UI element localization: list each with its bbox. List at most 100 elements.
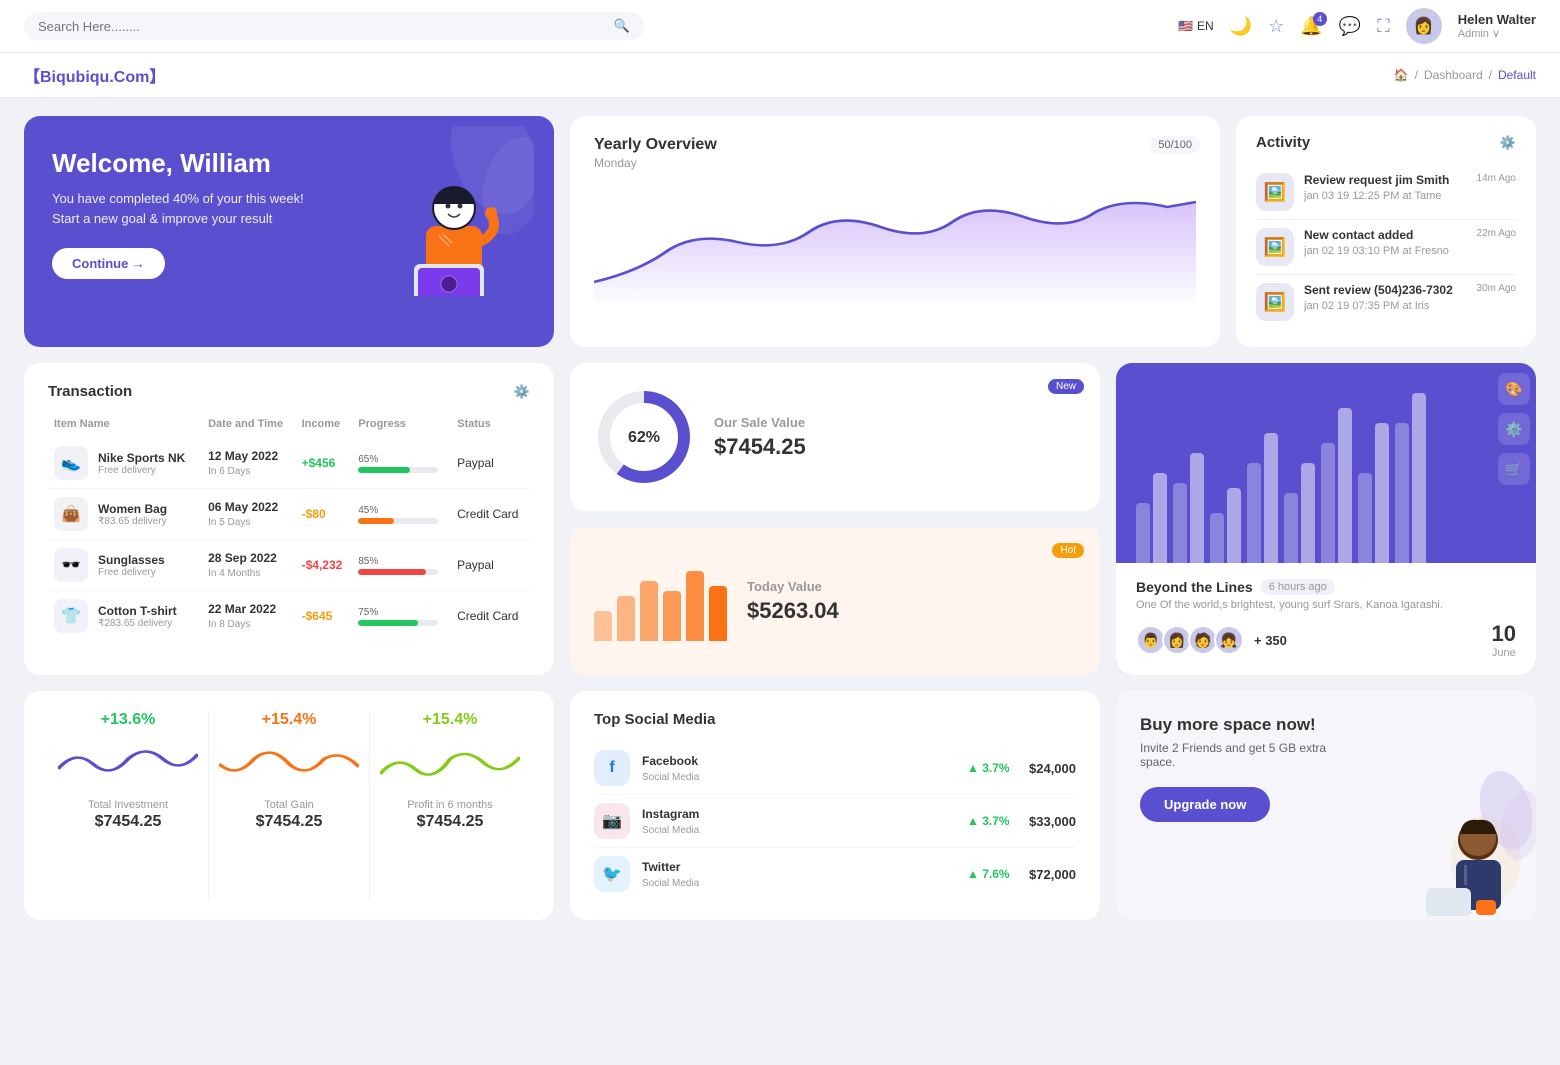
- welcome-illustration: [374, 126, 534, 296]
- sale-donut-chart: 62%: [594, 387, 694, 487]
- social-amount: $33,000: [1029, 814, 1076, 829]
- social-platform-name: Instagram: [642, 807, 955, 821]
- transaction-title: Transaction: [48, 383, 132, 400]
- today-info: Today Value $5263.04: [747, 579, 839, 624]
- progress-fill: [358, 620, 418, 626]
- top-navigation: 🔍 🇺🇸 EN 🌙 ☆ 🔔 4 💬 ⛶ 👩 Helen Walter Admin…: [0, 0, 1560, 53]
- col-status: Status: [451, 414, 530, 438]
- date-cell: 22 Mar 2022 In 8 Days: [202, 591, 296, 642]
- breadcrumb-dashboard[interactable]: Dashboard: [1424, 68, 1483, 82]
- item-cell: 🕶️ Sunglasses Free delivery: [48, 540, 202, 591]
- activity-item-detail: jan 03 19 12:25 PM at Tame: [1304, 190, 1441, 202]
- mini-stat-item: +13.6% Total Investment $7454.25: [48, 711, 209, 900]
- mini-stat-label: Total Investment: [58, 799, 198, 811]
- activity-item-detail: jan 02 19 07:35 PM at Iris: [1304, 300, 1429, 312]
- item-cell: 👟 Nike Sports NK Free delivery: [48, 438, 202, 489]
- item-sub: ₹83.65 delivery: [98, 516, 167, 527]
- search-icon: 🔍: [614, 18, 630, 34]
- item-icon: 👕: [54, 599, 88, 633]
- date-cell: 12 May 2022 In 6 Days: [202, 438, 296, 489]
- transaction-body: 👟 Nike Sports NK Free delivery 12 May 20…: [48, 438, 530, 641]
- col-item: Item Name: [48, 414, 202, 438]
- search-bar[interactable]: 🔍: [24, 12, 644, 40]
- social-platform-name: Facebook: [642, 754, 955, 768]
- days-value: In 5 Days: [208, 517, 250, 528]
- beyond-desc: One Of the world,s brightest, young surf…: [1136, 599, 1516, 611]
- beyond-date-num: 10: [1492, 621, 1516, 647]
- upgrade-button[interactable]: Upgrade now: [1140, 787, 1270, 822]
- date-value: 12 May 2022: [208, 449, 290, 463]
- beyond-chart: [1116, 363, 1536, 563]
- activity-item-name: Review request jim Smith: [1304, 173, 1467, 187]
- palette-icon[interactable]: 🎨: [1498, 373, 1530, 405]
- progress-bar: [358, 467, 438, 473]
- days-value: In 6 Days: [208, 466, 250, 477]
- social-name-info: Instagram Social Media: [642, 807, 955, 836]
- language-selector[interactable]: 🇺🇸 EN: [1178, 19, 1214, 33]
- continue-button[interactable]: Continue →: [52, 248, 165, 279]
- chat-icon[interactable]: 💬: [1339, 16, 1361, 37]
- beyond-side-icons: 🎨 ⚙️ 🛒: [1492, 363, 1536, 495]
- progress-pct: 85%: [358, 556, 445, 567]
- date-cell: 06 May 2022 In 5 Days: [202, 489, 296, 540]
- item-sub: ₹283.65 delivery: [98, 618, 177, 629]
- social-platform-sub: Social Media: [642, 878, 699, 889]
- fullscreen-icon[interactable]: ⛶: [1377, 16, 1390, 37]
- status-cell: Credit Card: [451, 489, 530, 540]
- activity-header: Activity ⚙️: [1256, 134, 1516, 151]
- dark-mode-toggle[interactable]: 🌙: [1230, 16, 1252, 37]
- item-cell: 👕 Cotton T-shirt ₹283.65 delivery: [48, 591, 202, 642]
- income-cell: -$80: [296, 489, 353, 540]
- breadcrumb-sep2: /: [1489, 68, 1492, 82]
- income-cell: -$4,232: [296, 540, 353, 591]
- item-cell: 👜 Women Bag ₹83.65 delivery: [48, 489, 202, 540]
- activity-item: 🖼️ Sent review (504)236-7302 jan 02 19 0…: [1256, 275, 1516, 329]
- user-info: Helen Walter Admin ∨: [1458, 12, 1536, 40]
- activity-item-time: 14m Ago: [1477, 173, 1516, 184]
- social-title: Top Social Media: [594, 711, 1076, 728]
- mini-stat-item: +15.4% Profit in 6 months $7454.25: [370, 711, 530, 900]
- settings-icon[interactable]: ⚙️: [1498, 413, 1530, 445]
- social-name-info: Twitter Social Media: [642, 860, 955, 889]
- progress-cell: 85%: [352, 540, 451, 591]
- progress-bar: [358, 569, 438, 575]
- activity-settings-icon[interactable]: ⚙️: [1500, 135, 1516, 151]
- welcome-subtitle: You have completed 40% of your this week…: [52, 189, 313, 228]
- breadcrumb: 🏠 / Dashboard / Default: [1394, 68, 1536, 82]
- date-value: 22 Mar 2022: [208, 602, 290, 616]
- status-cell: Paypal: [451, 438, 530, 489]
- activity-item: 🖼️ Review request jim Smith jan 03 19 12…: [1256, 165, 1516, 220]
- progress-cell: 65%: [352, 438, 451, 489]
- social-item: f Facebook Social Media ▲ 3.7% $24,000: [594, 742, 1076, 795]
- welcome-card: Welcome, William You have completed 40% …: [24, 116, 554, 347]
- home-icon[interactable]: 🏠: [1394, 68, 1409, 82]
- space-illustration: [1396, 780, 1536, 920]
- activity-avatar: 🖼️: [1256, 173, 1294, 211]
- col-date: Date and Time: [202, 414, 296, 438]
- transaction-card: Transaction ⚙️ Item Name Date and Time I…: [24, 363, 554, 675]
- avatar-4: 👧: [1214, 625, 1244, 655]
- space-card: Buy more space now! Invite 2 Friends and…: [1116, 691, 1536, 920]
- activity-avatar: 🖼️: [1256, 283, 1294, 321]
- beyond-card: 🎨 ⚙️ 🛒 Beyond the Lines 6 hours ago One …: [1116, 363, 1536, 675]
- progress-bar: [358, 518, 438, 524]
- item-sub: Free delivery: [98, 567, 165, 578]
- mini-stat-label: Profit in 6 months: [380, 799, 520, 811]
- notification-bell[interactable]: 🔔 4: [1300, 16, 1322, 37]
- search-input[interactable]: [38, 19, 606, 34]
- social-name-info: Facebook Social Media: [642, 754, 955, 783]
- item-name: Nike Sports NK: [98, 451, 185, 465]
- activity-avatar: 🖼️: [1256, 228, 1294, 266]
- brand-logo[interactable]: 【Biqubiqu.Com】: [24, 63, 165, 87]
- item-icon: 👜: [54, 497, 88, 531]
- social-platform-sub: Social Media: [642, 772, 699, 783]
- social-amount: $72,000: [1029, 867, 1076, 882]
- mini-stats-card: +13.6% Total Investment $7454.25 +15.4% …: [24, 691, 554, 920]
- activity-item: 🖼️ New contact added jan 02 19 03:10 PM …: [1256, 220, 1516, 275]
- space-title: Buy more space now!: [1140, 715, 1363, 735]
- cart-icon[interactable]: 🛒: [1498, 453, 1530, 485]
- days-value: In 4 Months: [208, 568, 260, 579]
- bookmark-icon[interactable]: ☆: [1268, 16, 1284, 37]
- transaction-settings-icon[interactable]: ⚙️: [514, 384, 530, 400]
- avatar[interactable]: 👩: [1406, 8, 1442, 44]
